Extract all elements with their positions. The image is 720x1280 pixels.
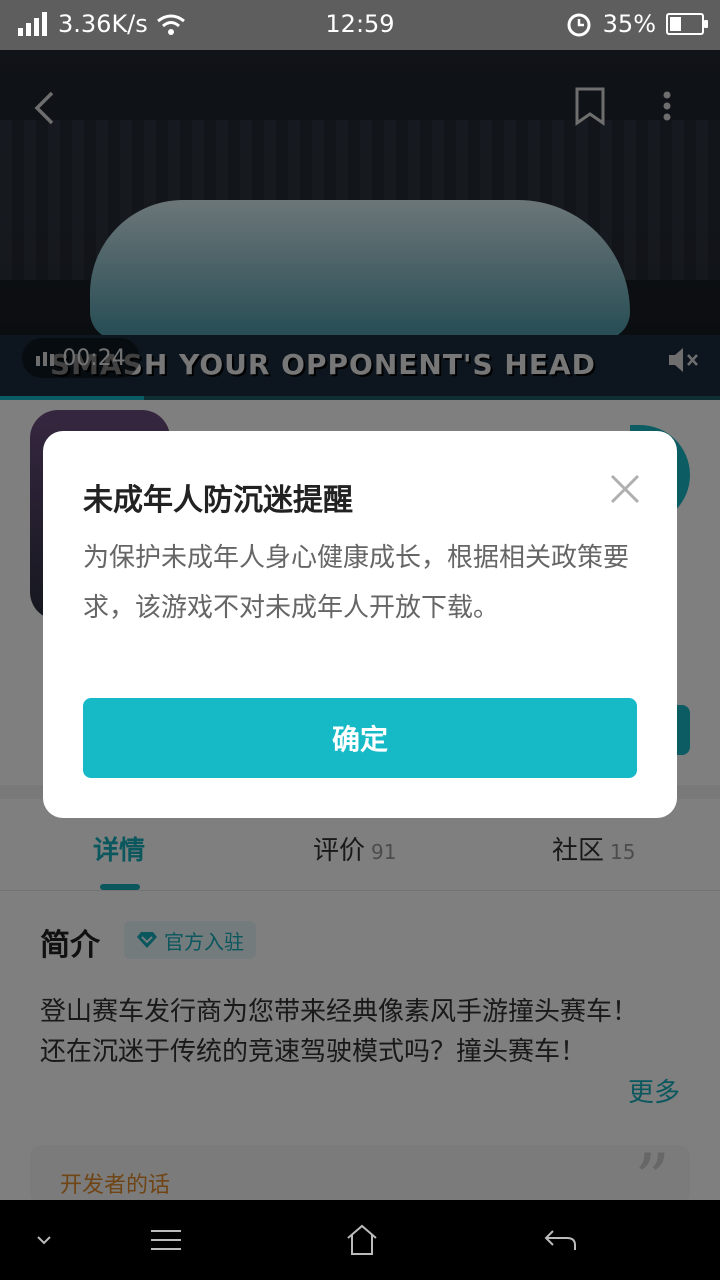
- close-icon: [610, 474, 640, 504]
- nav-menu-button[interactable]: [146, 1220, 186, 1260]
- battery-fill: [670, 17, 681, 31]
- status-right: 35%: [565, 10, 708, 38]
- nav-back-button[interactable]: [540, 1220, 580, 1260]
- status-bar: 3.36K/s 12:59 35%: [0, 0, 720, 50]
- chevron-down-icon: [37, 1236, 51, 1245]
- nav-collapse-button[interactable]: [24, 1220, 64, 1260]
- battery-percent: 35%: [602, 10, 656, 38]
- battery-icon: [666, 13, 708, 35]
- home-icon: [347, 1224, 377, 1255]
- navigation-bar: [0, 1200, 720, 1280]
- close-button[interactable]: [607, 471, 643, 507]
- dialog-title: 未成年人防沉迷提醒: [83, 483, 353, 518]
- back-arrow-icon: [544, 1230, 576, 1250]
- alarm-icon: [567, 13, 591, 37]
- anti-addiction-dialog: 未成年人防沉迷提醒 为保护未成年人身心健康成长，根据相关政策要求，该游戏不对未成…: [43, 431, 677, 818]
- confirm-button[interactable]: 确定: [83, 698, 637, 778]
- dialog-message: 为保护未成年人身心健康成长，根据相关政策要求，该游戏不对未成年人开放下载。: [83, 543, 630, 623]
- nav-home-button[interactable]: [342, 1220, 382, 1260]
- menu-icon: [151, 1230, 181, 1250]
